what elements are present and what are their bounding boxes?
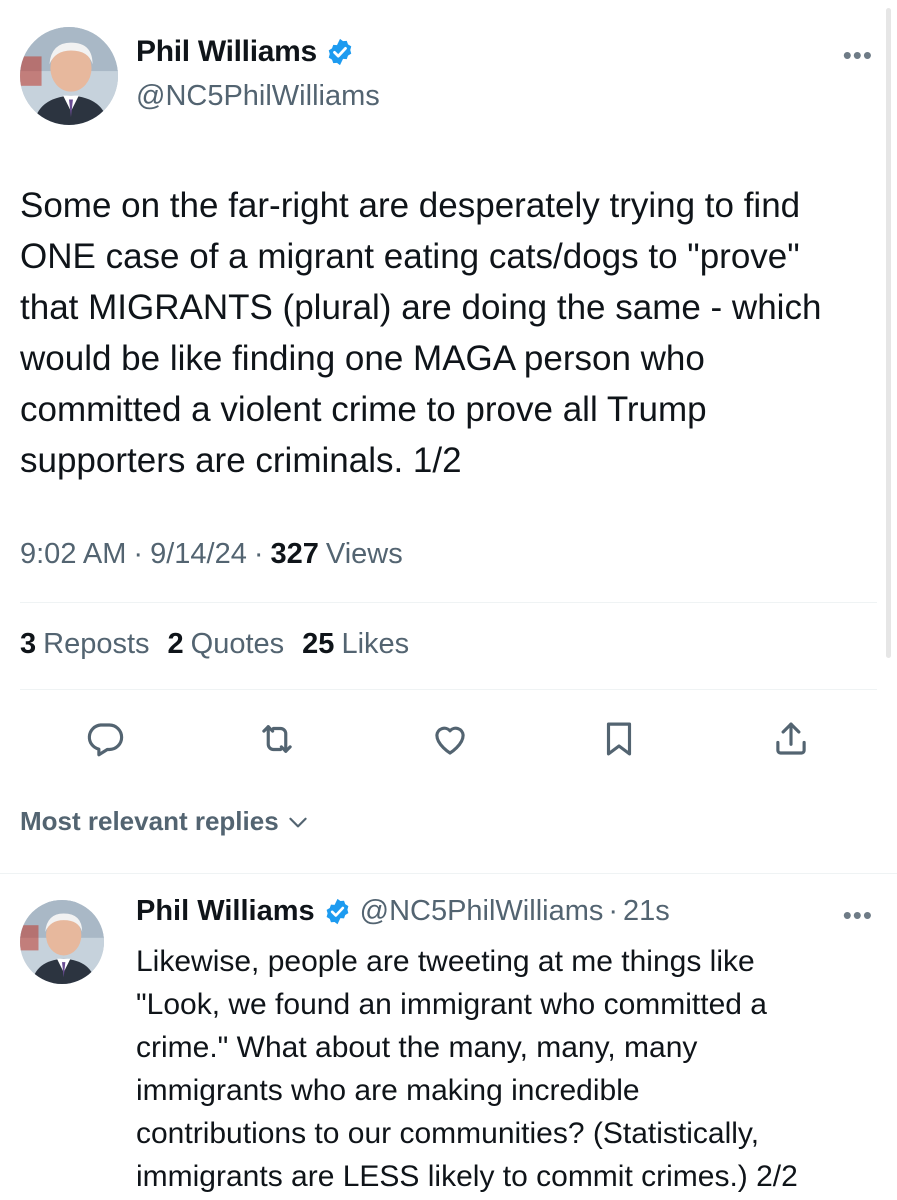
reposts-stat[interactable]: 3 Reposts	[20, 628, 150, 661]
avatar-photo	[20, 900, 104, 984]
reply-icon	[87, 723, 124, 757]
views-count: 327	[270, 538, 319, 570]
separator-dot: ·	[253, 538, 264, 570]
likes-stat[interactable]: 25 Likes	[302, 628, 409, 661]
reply-author-name[interactable]: Phil Williams	[136, 895, 315, 928]
reply-header: Phil Williams @NC5PhilWilliams · 21s	[136, 895, 670, 928]
reply-button[interactable]	[82, 716, 128, 762]
verified-badge-icon[interactable]	[325, 37, 355, 67]
reply-avatar[interactable]	[20, 900, 104, 984]
reply-author-handle[interactable]: @NC5PhilWilliams	[360, 895, 604, 928]
chevron-down-icon	[288, 817, 307, 827]
tweet-date[interactable]: 9/14/24	[150, 538, 247, 571]
divider	[0, 873, 897, 874]
replies-sort-label: Most relevant replies	[20, 806, 279, 836]
reposts-label: Reposts	[43, 628, 150, 660]
bookmark-icon	[606, 722, 632, 756]
reply-time[interactable]: 21s	[623, 895, 670, 928]
separator-dot: ·	[133, 538, 144, 570]
reply-text: Likewise, people are tweeting at me thin…	[136, 945, 798, 1193]
repost-icon	[262, 725, 292, 753]
engagement-stats: 3 Reposts 2 Quotes 25 Likes	[20, 628, 427, 661]
bookmark-button[interactable]	[596, 716, 642, 762]
avatar[interactable]	[20, 27, 118, 125]
likes-label: Likes	[341, 628, 410, 660]
separator-dot: ·	[608, 895, 619, 927]
quotes-count: 2	[167, 628, 184, 660]
tweet-meta: 9:02 AM · 9/14/24 · 327 Views	[20, 538, 403, 571]
avatar-photo	[20, 27, 118, 125]
divider	[20, 602, 877, 603]
quotes-stat[interactable]: 2 Quotes	[168, 628, 285, 661]
author-row: Phil Williams	[136, 35, 355, 69]
like-icon	[435, 726, 465, 755]
tweet-time[interactable]: 9:02 AM	[20, 538, 126, 571]
verified-badge-icon[interactable]	[323, 897, 352, 926]
author-name[interactable]: Phil Williams	[136, 35, 317, 69]
replies-sort-dropdown[interactable]: Most relevant replies	[20, 806, 311, 837]
divider	[20, 689, 877, 690]
more-options-icon[interactable]: •••	[843, 42, 873, 68]
share-icon	[776, 722, 806, 755]
share-button[interactable]	[768, 716, 814, 762]
quotes-label: Quotes	[190, 628, 285, 660]
more-options-icon[interactable]: •••	[843, 902, 873, 928]
author-handle[interactable]: @NC5PhilWilliams	[136, 80, 380, 113]
repost-button[interactable]	[254, 716, 300, 762]
tweet-text: Some on the far-right are desperately tr…	[20, 186, 822, 480]
action-bar	[0, 716, 897, 762]
like-button[interactable]	[427, 716, 473, 762]
views-label: Views	[325, 538, 403, 570]
scrollbar[interactable]	[886, 8, 891, 658]
likes-count: 25	[302, 628, 335, 660]
reposts-count: 3	[20, 628, 37, 660]
